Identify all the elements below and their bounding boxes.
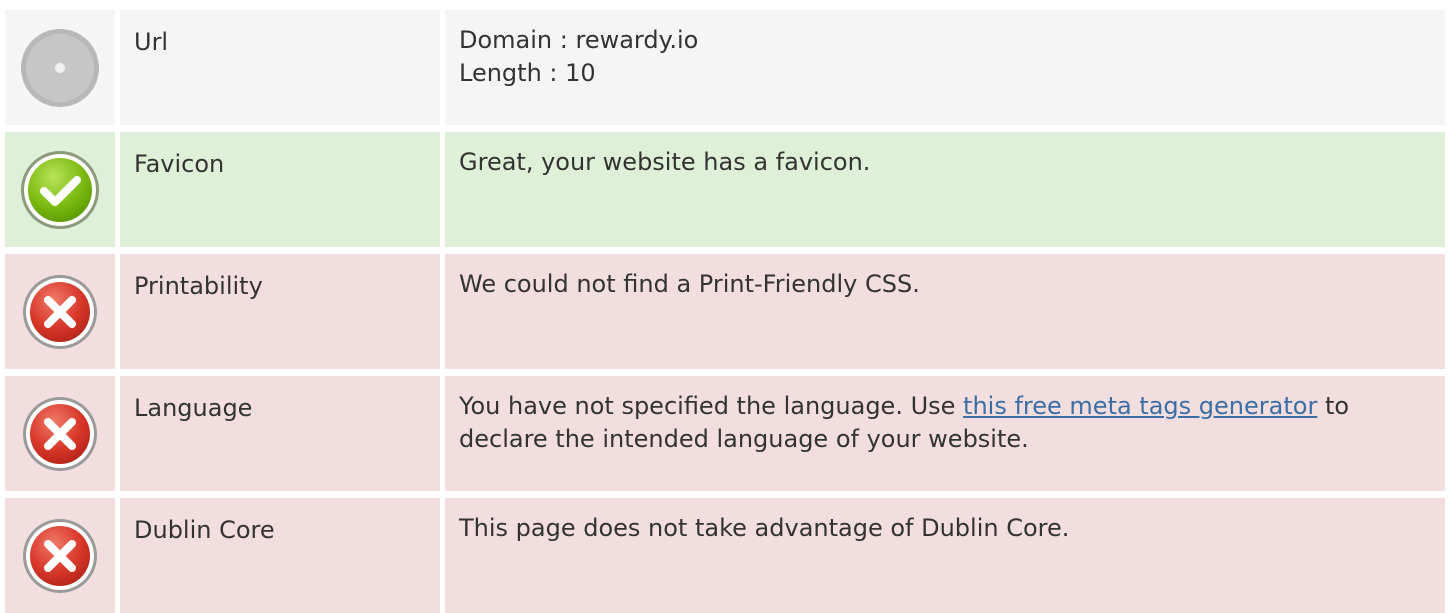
row-value: You have not specified the language. Use…	[445, 376, 1445, 491]
row-value: We could not find a Print-Friendly CSS.	[445, 254, 1445, 369]
status-cell	[5, 376, 115, 491]
check-circle-icon	[20, 150, 100, 230]
language-text-before: You have not specified the language. Use	[459, 392, 964, 420]
row-label: Favicon	[120, 132, 440, 247]
row-value: Great, your website has a favicon.	[445, 132, 1445, 247]
status-cell	[5, 10, 115, 125]
row-label: Url	[120, 10, 440, 125]
meta-tags-generator-link[interactable]: this free meta tags generator	[963, 392, 1317, 420]
cross-circle-icon	[21, 273, 99, 351]
cross-circle-icon	[21, 517, 99, 595]
status-cell	[5, 254, 115, 369]
neutral-circle-icon	[20, 28, 100, 108]
cross-circle-icon	[21, 395, 99, 473]
url-length: Length : 10	[459, 59, 596, 87]
row-label: Language	[120, 376, 440, 491]
row-value: This page does not take advantage of Dub…	[445, 498, 1445, 613]
row-label: Printability	[120, 254, 440, 369]
seo-report-table: Url Domain : rewardy.io Length : 10 Favi…	[5, 10, 1445, 613]
status-cell	[5, 498, 115, 613]
status-cell	[5, 132, 115, 247]
row-value: Domain : rewardy.io Length : 10	[445, 10, 1445, 125]
row-label: Dublin Core	[120, 498, 440, 613]
url-domain: Domain : rewardy.io	[459, 26, 699, 54]
